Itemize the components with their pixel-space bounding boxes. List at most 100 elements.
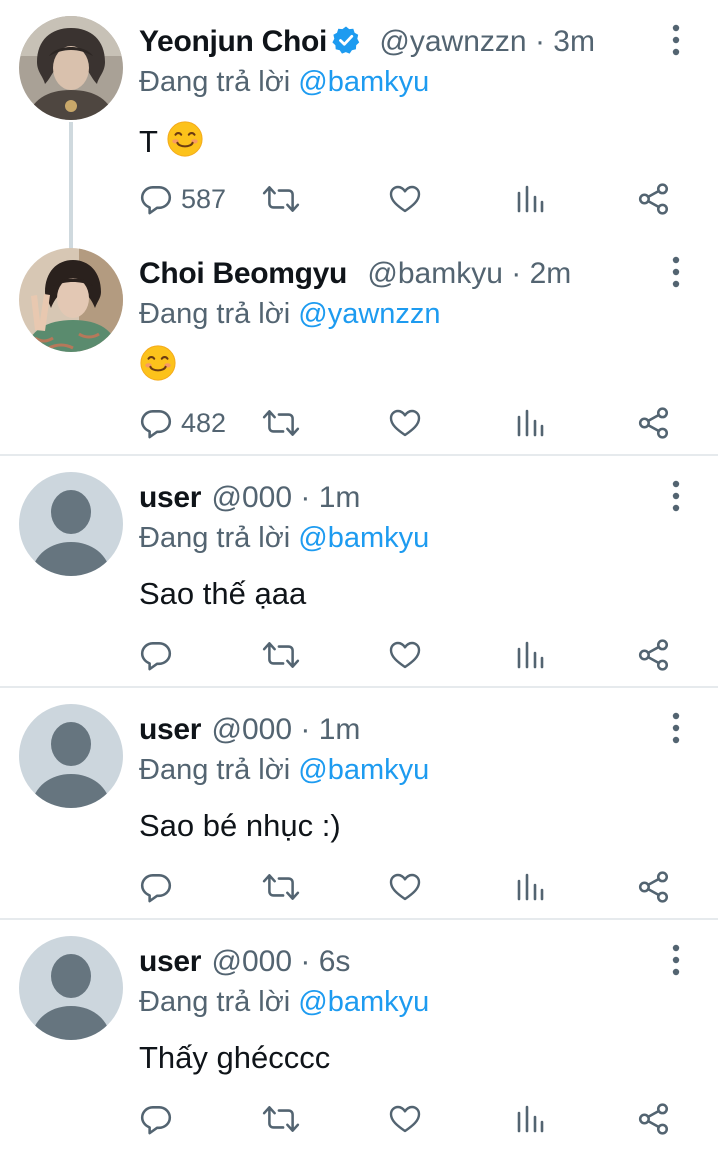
- replying-to: Đang trả lời @bamkyu: [139, 752, 429, 788]
- like-button[interactable]: [388, 1099, 422, 1139]
- display-name[interactable]: Yeonjun Choi: [139, 25, 327, 58]
- tweet-header: user @000 · 1m: [139, 712, 360, 748]
- user-handle[interactable]: @yawnzzn: [379, 25, 526, 58]
- retweet-button[interactable]: [262, 635, 300, 675]
- like-icon: [388, 406, 422, 440]
- display-name[interactable]: user: [139, 945, 201, 978]
- mention-link[interactable]: @yawnzzn: [298, 298, 440, 330]
- views-button[interactable]: [515, 867, 545, 907]
- timestamp[interactable]: 6s: [319, 945, 351, 978]
- tweet-text: Sao bé nhục :): [139, 808, 341, 843]
- retweet-button[interactable]: [262, 1099, 300, 1139]
- verified-badge-icon: [331, 25, 361, 64]
- tweet-text-content: T: [139, 124, 158, 159]
- display-name[interactable]: Choi Beomgyu: [139, 257, 347, 290]
- like-button[interactable]: [388, 635, 422, 675]
- timestamp[interactable]: 2m: [530, 257, 572, 290]
- like-button[interactable]: [388, 867, 422, 907]
- smiling-face-emoji: [166, 120, 204, 167]
- reply-button[interactable]: [139, 867, 173, 907]
- like-button[interactable]: [388, 179, 422, 219]
- avatar[interactable]: [19, 472, 123, 576]
- user-handle[interactable]: @000: [212, 481, 293, 514]
- more-options-icon[interactable]: [664, 710, 688, 746]
- user-handle[interactable]: @000: [212, 713, 293, 746]
- display-name[interactable]: user: [139, 481, 201, 514]
- avatar[interactable]: [19, 936, 123, 1040]
- reply-icon: [139, 638, 173, 672]
- tweet-header: user @000 · 6s: [139, 944, 350, 980]
- tweet-header: Yeonjun Choi @yawnzzn · 3m: [139, 24, 595, 64]
- replying-to: Đang trả lời @yawnzzn: [139, 296, 441, 332]
- replying-to: Đang trả lời @bamkyu: [139, 520, 429, 556]
- retweet-button[interactable]: [262, 867, 300, 907]
- action-bar: [0, 867, 718, 907]
- separator-dot: ·: [300, 481, 311, 514]
- tweet-text: Thấy ghécccc: [139, 1040, 331, 1075]
- separator-dot: ·: [511, 257, 522, 290]
- action-bar: [0, 1099, 718, 1139]
- like-icon: [388, 870, 422, 904]
- display-name[interactable]: user: [139, 713, 201, 746]
- separator-dot: ·: [300, 945, 311, 978]
- tweet-beomgyu[interactable]: Choi Beomgyu @bamkyu · 2m Đang trả lời @…: [0, 232, 718, 454]
- mention-link[interactable]: @bamkyu: [298, 522, 429, 554]
- reply-icon: [139, 870, 173, 904]
- timestamp[interactable]: 1m: [319, 481, 361, 514]
- tweet-text: [139, 344, 177, 391]
- replying-to: Đang trả lời @bamkyu: [139, 984, 429, 1020]
- share-button[interactable]: [637, 867, 671, 907]
- views-button[interactable]: [515, 1099, 545, 1139]
- reply-prefix: Đang trả lời: [139, 66, 291, 98]
- views-button[interactable]: [515, 635, 545, 675]
- views-icon: [515, 182, 545, 216]
- mention-link[interactable]: @bamkyu: [298, 754, 429, 786]
- avatar[interactable]: [19, 704, 123, 808]
- more-options-icon[interactable]: [664, 254, 688, 290]
- reply-prefix: Đang trả lời: [139, 298, 291, 330]
- reply-button[interactable]: [139, 635, 173, 675]
- reply-button[interactable]: 482: [139, 403, 226, 443]
- views-icon: [515, 638, 545, 672]
- tweet-header: Choi Beomgyu @bamkyu · 2m: [139, 256, 571, 292]
- views-button[interactable]: [515, 179, 545, 219]
- user-handle[interactable]: @000: [212, 945, 293, 978]
- share-button[interactable]: [637, 403, 671, 443]
- share-icon: [637, 870, 671, 904]
- views-button[interactable]: [515, 403, 545, 443]
- avatar[interactable]: [19, 16, 123, 120]
- share-button[interactable]: [637, 179, 671, 219]
- tweet-user-2[interactable]: user @000 · 1m Đang trả lời @bamkyu Sao …: [0, 688, 718, 918]
- mention-link[interactable]: @bamkyu: [298, 66, 429, 98]
- reply-prefix: Đang trả lời: [139, 986, 291, 1018]
- tweet-user-1[interactable]: user @000 · 1m Đang trả lời @bamkyu Sao …: [0, 456, 718, 686]
- share-icon: [637, 406, 671, 440]
- timestamp[interactable]: 1m: [319, 713, 361, 746]
- like-button[interactable]: [388, 403, 422, 443]
- user-handle[interactable]: @bamkyu: [367, 257, 503, 290]
- more-options-icon[interactable]: [664, 942, 688, 978]
- retweet-icon: [262, 182, 300, 216]
- reply-icon: [139, 182, 173, 216]
- more-options-icon[interactable]: [664, 478, 688, 514]
- tweet-text: T: [139, 120, 204, 167]
- reply-button[interactable]: [139, 1099, 173, 1139]
- tweet-text: Sao thế ạaa: [139, 576, 307, 611]
- reply-count: 482: [181, 407, 227, 438]
- avatar[interactable]: [19, 248, 123, 352]
- reply-prefix: Đang trả lời: [139, 522, 291, 554]
- share-icon: [637, 638, 671, 672]
- tweet-user-3[interactable]: user @000 · 6s Đang trả lời @bamkyu Thấy…: [0, 920, 718, 1149]
- retweet-icon: [262, 406, 300, 440]
- reply-icon: [139, 1102, 173, 1136]
- share-button[interactable]: [637, 635, 671, 675]
- mention-link[interactable]: @bamkyu: [298, 986, 429, 1018]
- timestamp[interactable]: 3m: [553, 25, 595, 58]
- tweet-yeonjun[interactable]: Yeonjun Choi @yawnzzn · 3m Đang trả lời …: [0, 0, 718, 250]
- share-button[interactable]: [637, 1099, 671, 1139]
- reply-button[interactable]: 587: [139, 179, 226, 219]
- like-icon: [388, 638, 422, 672]
- retweet-button[interactable]: [262, 403, 300, 443]
- more-options-icon[interactable]: [664, 22, 688, 58]
- retweet-button[interactable]: [262, 179, 300, 219]
